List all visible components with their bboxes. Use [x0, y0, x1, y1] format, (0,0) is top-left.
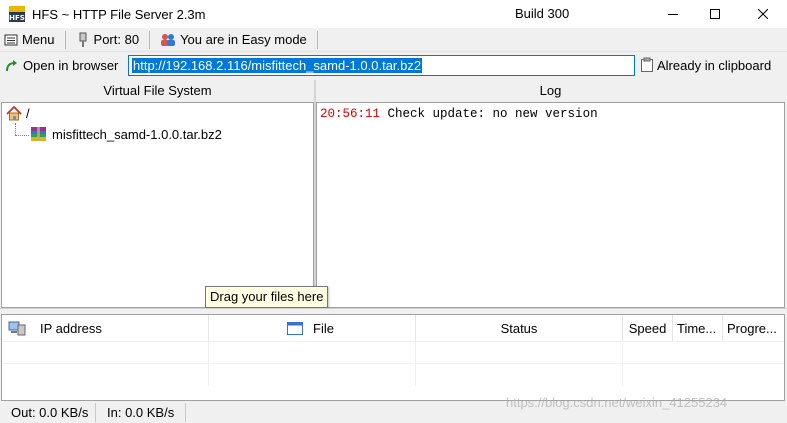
- column-speed[interactable]: Speed: [623, 315, 673, 341]
- log-panel[interactable]: 20:56:11 Check update: no new version: [316, 102, 785, 308]
- column-status-label: Status: [500, 320, 538, 336]
- connection-row-empty: [2, 341, 784, 364]
- column-ip-label: IP address: [40, 320, 102, 336]
- copy-to-clipboard-button[interactable]: Already in clipboard: [640, 57, 771, 73]
- log-header: Log: [316, 80, 785, 101]
- users-icon: [161, 33, 176, 46]
- status-out-speed: Out: 0.0 KB/s: [0, 403, 96, 422]
- empty-cell: [2, 364, 209, 386]
- tree-root-item[interactable]: /: [6, 106, 30, 121]
- column-time[interactable]: Time...: [673, 315, 723, 341]
- clipboard-icon: [641, 57, 653, 72]
- column-file-label: File: [313, 320, 334, 336]
- tree-connector: [15, 123, 16, 135]
- column-file[interactable]: File: [209, 315, 416, 341]
- open-in-browser-label: Open in browser: [23, 58, 119, 73]
- column-time-label: Time...: [677, 320, 717, 336]
- url-field[interactable]: http://192.168.2.116/misfittech_samd-1.0…: [128, 55, 635, 76]
- file-window-icon: [287, 321, 303, 335]
- tree-file-label: misfittech_samd-1.0.0.tar.bz2: [52, 126, 222, 142]
- home-icon: [6, 106, 22, 121]
- hfs-app-icon[interactable]: HFS: [8, 5, 26, 23]
- open-in-browser-button[interactable]: Open in browser: [5, 58, 118, 73]
- column-speed-label: Speed: [628, 320, 667, 336]
- empty-cell: [416, 342, 623, 364]
- tree-root-label: /: [26, 106, 30, 121]
- menu-label: Menu: [22, 32, 55, 47]
- archive-icon: [31, 127, 46, 141]
- connections-header: IP address File Status Speed Time... Pro…: [2, 315, 784, 341]
- empty-cell: [209, 364, 416, 386]
- close-button[interactable]: [740, 0, 786, 28]
- open-arrow-icon: [6, 59, 17, 71]
- minimize-button[interactable]: [650, 0, 696, 28]
- plug-icon: [79, 32, 87, 47]
- mode-label: You are in Easy mode: [180, 32, 307, 47]
- watermark: https://blog.csdn.net/weixin_41255234: [506, 395, 728, 410]
- connections-list[interactable]: IP address File Status Speed Time... Pro…: [1, 314, 785, 401]
- mode-button[interactable]: You are in Easy mode: [156, 29, 311, 51]
- menu-separator: [64, 30, 66, 49]
- maximize-button[interactable]: [692, 0, 738, 28]
- tree-connector: [15, 135, 29, 136]
- url-bar: Open in browser http://192.168.2.116/mis…: [0, 53, 787, 78]
- svg-text:HFS: HFS: [9, 14, 25, 22]
- minimize-icon: [668, 14, 678, 15]
- log-entry: 20:56:11 Check update: no new version: [320, 107, 598, 121]
- menu-toolbar: Menu Port: 80 You are in Easy mode: [0, 28, 787, 52]
- clipboard-status-label: Already in clipboard: [657, 57, 772, 73]
- menu-separator: [316, 30, 318, 49]
- log-entry-message: Check update: no new version: [387, 107, 598, 121]
- empty-cell: [416, 364, 623, 386]
- empty-cell: [209, 342, 416, 364]
- menu-separator: [149, 30, 151, 49]
- connection-row-empty: [2, 363, 784, 386]
- port-label: Port: 80: [93, 32, 140, 47]
- maximize-icon: [710, 9, 720, 19]
- column-status[interactable]: Status: [416, 315, 623, 341]
- window-title: HFS ~ HTTP File Server 2.3m: [32, 6, 206, 22]
- log-entry-time: 20:56:11: [320, 107, 381, 121]
- menu-button[interactable]: Menu: [0, 29, 59, 51]
- url-text: http://192.168.2.116/misfittech_samd-1.0…: [132, 58, 423, 73]
- title-bar: HFS HFS ~ HTTP File Server 2.3m Build 30…: [0, 0, 787, 28]
- network-computer-icon: [8, 321, 26, 336]
- menu-icon: [4, 34, 18, 45]
- build-label: Build 300: [515, 6, 570, 21]
- close-icon: [758, 9, 768, 19]
- drag-files-tooltip: Drag your files here: [205, 286, 329, 308]
- column-progress-label: Progre...: [727, 320, 777, 336]
- tree-file-item[interactable]: misfittech_samd-1.0.0.tar.bz2: [30, 126, 222, 142]
- empty-cell: [2, 342, 209, 364]
- vfs-header: Virtual File System: [1, 80, 314, 101]
- port-button[interactable]: Port: 80: [72, 29, 144, 51]
- column-progress[interactable]: Progre...: [723, 315, 784, 341]
- vfs-tree[interactable]: / misfittech_samd-1.0.0.tar.bz2: [1, 102, 314, 308]
- status-in-speed: In: 0.0 KB/s: [96, 403, 186, 422]
- column-ip-address[interactable]: IP address: [2, 315, 209, 341]
